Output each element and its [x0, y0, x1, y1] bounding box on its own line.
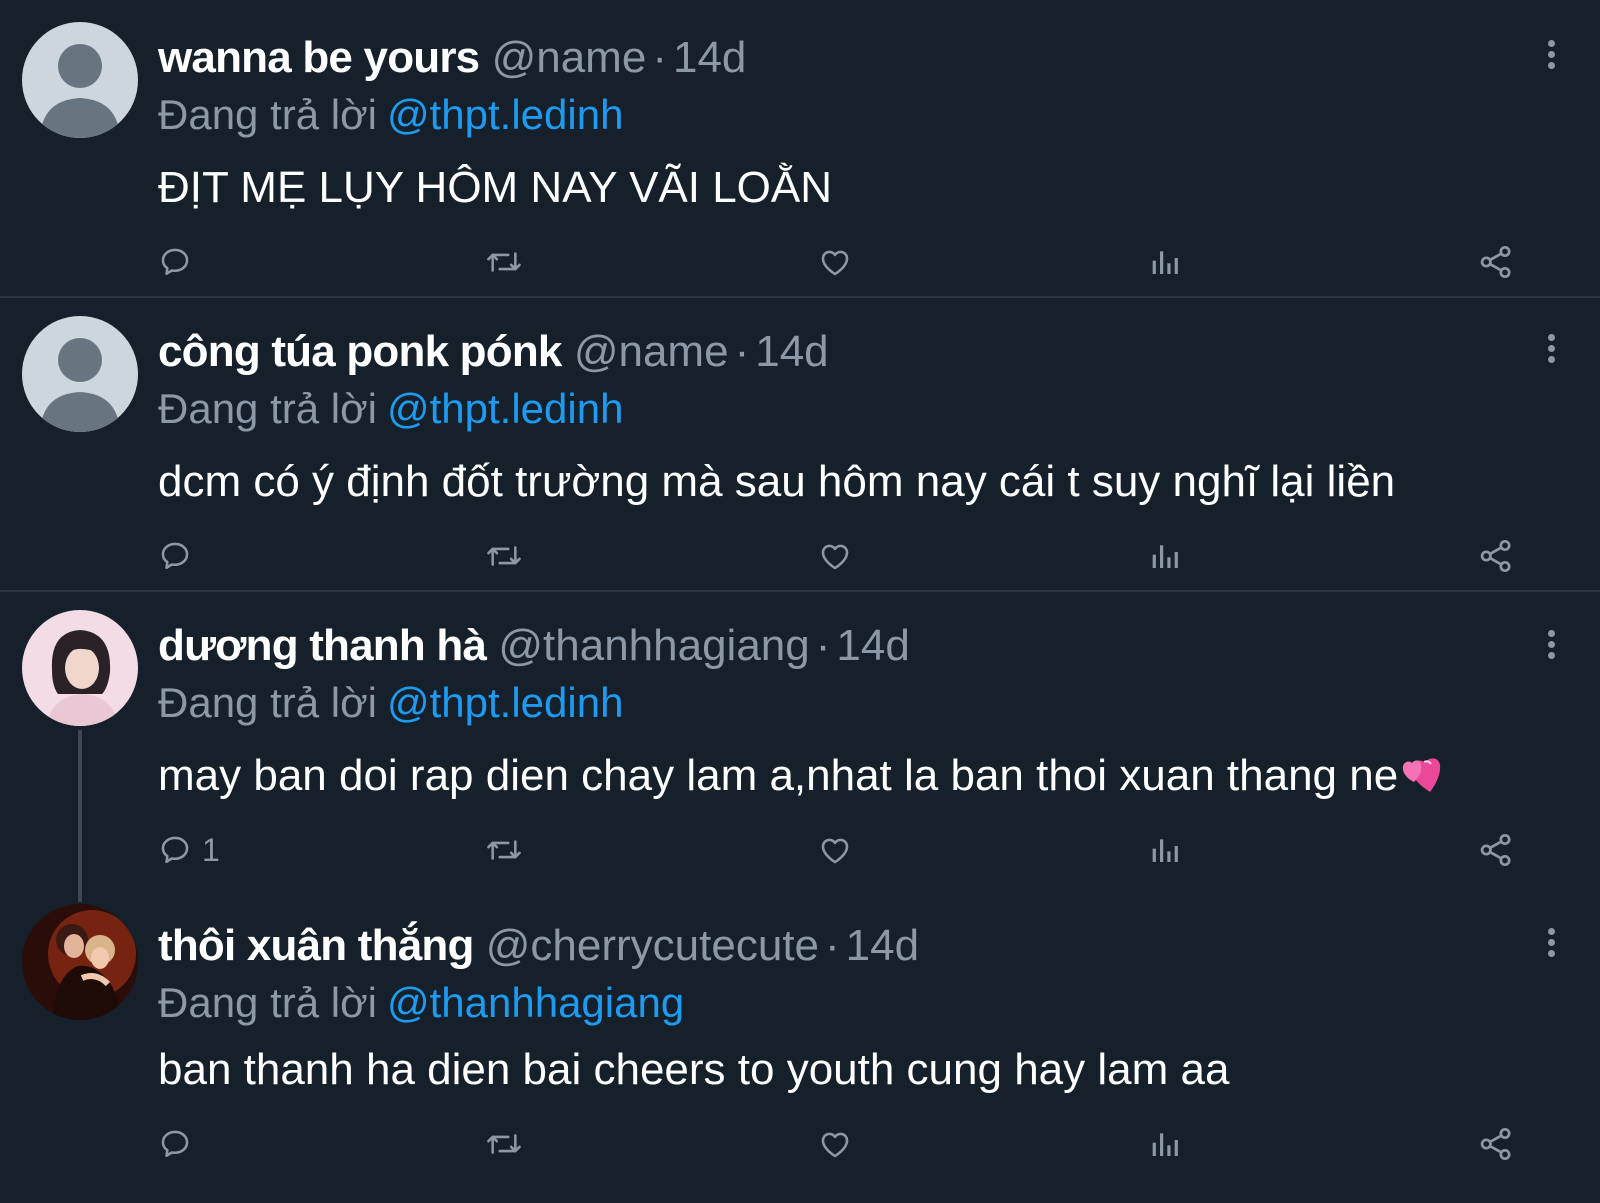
- tweet-header: wanna be yours @name · 14d: [158, 28, 746, 88]
- tweet-text: dcm có ý định đốt trường mà sau hôm nay …: [158, 457, 1396, 506]
- retweet-icon: [487, 252, 521, 272]
- heart-icon: [821, 250, 849, 276]
- retweet-button[interactable]: [484, 1124, 524, 1164]
- like-button[interactable]: [818, 830, 852, 870]
- analytics-button[interactable]: [1150, 536, 1182, 576]
- user-handle[interactable]: @thanhhagiang: [498, 621, 809, 670]
- replying-label: Đang trả lời: [158, 679, 377, 726]
- heart-icon: [821, 1132, 849, 1158]
- like-button[interactable]: [818, 1124, 852, 1164]
- share-icon: [1480, 1127, 1511, 1161]
- retweet-icon: [487, 546, 521, 566]
- share-button[interactable]: [1478, 830, 1514, 870]
- display-name[interactable]: wanna be yours: [158, 33, 480, 82]
- analytics-icon: [1152, 251, 1178, 274]
- retweet-button[interactable]: [484, 242, 524, 282]
- retweet-button[interactable]: [484, 536, 524, 576]
- user-handle[interactable]: @name: [492, 33, 647, 82]
- tweet[interactable]: công túa ponk pónk @name · 14d Đang trả lờ…: [0, 296, 1600, 592]
- share-button[interactable]: [1478, 1124, 1514, 1164]
- tweet-text: ban thanh ha dien bai cheers to youth cu…: [158, 1045, 1230, 1094]
- more-options-icon[interactable]: [1546, 928, 1556, 958]
- timestamp[interactable]: 14d: [836, 621, 909, 670]
- share-icon: [1480, 833, 1511, 867]
- user-handle[interactable]: @name: [574, 327, 729, 376]
- retweet-icon: [487, 1134, 521, 1154]
- separator-dot: ·: [734, 327, 750, 376]
- reply-button[interactable]: [158, 1124, 202, 1164]
- timestamp[interactable]: 14d: [755, 327, 828, 376]
- heart-icon: [821, 544, 849, 570]
- reply-icon: [161, 248, 189, 276]
- retweet-button[interactable]: [484, 830, 524, 870]
- reply-icon: [161, 1130, 189, 1158]
- separator-dot: ·: [825, 921, 840, 970]
- heart-icon: [821, 838, 849, 864]
- replying-label: Đang trả lời: [158, 385, 377, 432]
- reply-button[interactable]: 1: [158, 830, 220, 870]
- analytics-icon: [1152, 545, 1178, 568]
- action-bar: [0, 242, 1600, 282]
- mention-link[interactable]: @thpt.ledinh: [387, 679, 623, 726]
- default-avatar-icon[interactable]: [22, 22, 138, 138]
- share-icon: [1480, 245, 1511, 279]
- replying-label: Đang trả lời: [158, 979, 377, 1026]
- photo-avatar[interactable]: [22, 904, 138, 1020]
- separator-dot: ·: [815, 621, 831, 670]
- two-hearts-icon: [1403, 758, 1441, 792]
- user-handle[interactable]: @cherrycutecute: [486, 921, 819, 970]
- tweet[interactable]: dương thanh hà @thanhhagiang · 14d Đang tr…: [0, 590, 1600, 902]
- reply-button[interactable]: [158, 242, 202, 282]
- tweet[interactable]: wanna be yours @name · 14d Đang trả lời @th…: [0, 0, 1600, 298]
- replying-to: Đang trả lời @thpt.ledinh: [158, 86, 623, 144]
- analytics-button[interactable]: [1150, 242, 1182, 282]
- reply-button[interactable]: [158, 536, 202, 576]
- like-button[interactable]: [818, 242, 852, 282]
- thread-line: [78, 730, 82, 902]
- more-options-icon[interactable]: [1546, 40, 1556, 70]
- more-options-icon[interactable]: [1546, 630, 1556, 660]
- reply-feed: wanna be yours @name · 14d Đang trả lời @th…: [0, 0, 1600, 1203]
- tweet-text: ĐỊT MẸ LỤY HÔM NAY VÃI LOẰN: [158, 163, 833, 212]
- separator-dot: ·: [652, 33, 667, 82]
- action-bar: 1: [0, 830, 1600, 870]
- mention-link[interactable]: @thanhhagiang: [387, 979, 684, 1026]
- replying-label: Đang trả lời: [158, 91, 377, 138]
- tweet[interactable]: thôi xuân thắng @cherrycutecute · 14d Đang…: [0, 890, 1600, 1203]
- tweet-text: may ban doi rap dien chay lam a,nhat la …: [158, 751, 1399, 800]
- analytics-icon: [1152, 839, 1178, 862]
- share-button[interactable]: [1478, 242, 1514, 282]
- reply-icon: [161, 542, 189, 570]
- action-bar: [0, 536, 1600, 576]
- share-icon: [1480, 539, 1511, 573]
- reply-count: 1: [202, 831, 220, 868]
- replying-to: Đang trả lời @thpt.ledinh: [158, 674, 623, 732]
- timestamp[interactable]: 14d: [846, 921, 919, 970]
- display-name[interactable]: dương thanh hà: [158, 621, 487, 670]
- like-button[interactable]: [818, 536, 852, 576]
- tweet-content: may ban doi rap dien chay lam a,nhat la …: [158, 746, 1450, 806]
- display-name[interactable]: công túa ponk pónk: [158, 327, 562, 376]
- mention-link[interactable]: @thpt.ledinh: [387, 91, 623, 138]
- analytics-button[interactable]: [1150, 1124, 1182, 1164]
- timestamp[interactable]: 14d: [673, 33, 746, 82]
- photo-avatar[interactable]: [22, 610, 138, 726]
- tweet-header: công túa ponk pónk @name · 14d: [158, 322, 829, 382]
- display-name[interactable]: thôi xuân thắng: [158, 921, 474, 970]
- share-button[interactable]: [1478, 536, 1514, 576]
- reply-icon: [161, 836, 189, 864]
- mention-link[interactable]: @thpt.ledinh: [387, 385, 623, 432]
- tweet-header: thôi xuân thắng @cherrycutecute · 14d: [158, 916, 919, 976]
- replying-to: Đang trả lời @thpt.ledinh: [158, 380, 623, 438]
- default-avatar-icon[interactable]: [22, 316, 138, 432]
- more-options-icon[interactable]: [1546, 334, 1556, 364]
- tweet-header: dương thanh hà @thanhhagiang · 14d: [158, 616, 910, 676]
- retweet-icon: [487, 840, 521, 860]
- analytics-icon: [1152, 1133, 1178, 1156]
- replying-to: Đang trả lời @thanhhagiang: [158, 974, 684, 1032]
- analytics-button[interactable]: [1150, 830, 1182, 870]
- action-bar: [0, 1124, 1600, 1164]
